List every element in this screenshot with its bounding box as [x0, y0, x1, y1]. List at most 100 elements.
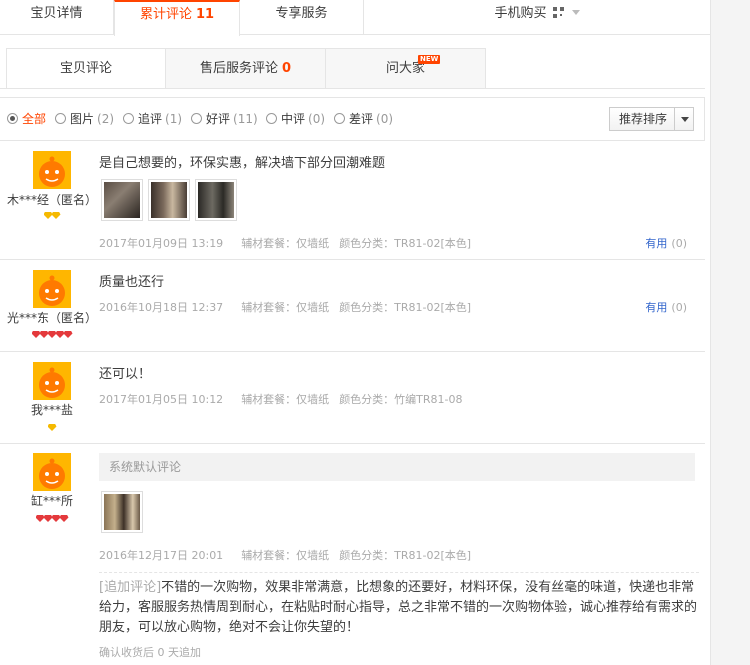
review-meta: 2016年12月17日 20:01 辅材套餐：仅墙纸 颜色分类：TR81-02[本色… — [99, 547, 471, 563]
review-date: 2016年10月18日 12:37 — [99, 301, 224, 314]
filter-count: (2) — [97, 112, 115, 126]
right-sidebar — [710, 0, 750, 665]
sort-label: 推荐排序 — [619, 112, 668, 126]
filter-label: 追评 — [138, 112, 163, 126]
new-badge: NEW — [418, 55, 441, 64]
gem-icon — [39, 331, 49, 338]
radio-icon[interactable] — [123, 113, 134, 124]
review-accessory: 辅材套餐：仅墙纸 — [241, 393, 330, 406]
filter-bar: 全部 图片 (2) 追评 (1) 好评 (11) 中评 (0) 差评 (0) 推荐排序 — [0, 97, 705, 141]
photo-icon — [104, 494, 140, 530]
review-text: 还可以！ — [99, 367, 152, 382]
append-after: 确认收货后 0 天追加 — [99, 646, 201, 659]
review-meta: 2016年10月18日 12:37 辅材套餐：仅墙纸 颜色分类：TR81-02[本色… — [99, 299, 471, 315]
avatar — [33, 453, 71, 491]
filter-all[interactable]: 全部 — [7, 111, 46, 127]
filter-count: (0) — [308, 112, 326, 126]
review-text: 是自己想要的，环保实惠，解决墙下部分回潮难题 — [99, 156, 386, 171]
chevron-down-icon — [571, 10, 580, 15]
photo-icon — [151, 182, 187, 218]
tab-reviews-count: 11 — [195, 7, 215, 22]
user-avatar-icon — [33, 453, 71, 491]
review-images — [101, 179, 242, 224]
subtab-item-reviews-label: 宝贝评论 — [59, 61, 112, 76]
subtab-after-sales[interactable]: 售后服务评论 0 — [165, 48, 326, 89]
helpful-button[interactable]: 有用 (0) — [645, 235, 687, 251]
avatar — [33, 151, 71, 189]
review-color: 颜色分类：竹编TR81-08 — [339, 393, 463, 406]
radio-icon[interactable] — [7, 113, 18, 124]
append-review: [追加评论]不错的一次购物，效果非常满意，比想象的还要好，材料环保，没有丝毫的味… — [99, 572, 699, 638]
user-badges — [0, 329, 104, 339]
filter-count: (0) — [376, 112, 394, 126]
filter-label: 全部 — [22, 112, 47, 126]
gem-icon — [51, 212, 61, 219]
helpful-button[interactable]: 有用 (0) — [645, 299, 687, 315]
gem-icon — [51, 515, 61, 522]
review-image[interactable] — [148, 179, 190, 221]
helpful-label[interactable]: 有用 — [645, 301, 667, 314]
tab-reviews-label: 累计评论 — [139, 7, 192, 22]
photo-icon — [198, 182, 234, 218]
review-text: 系统默认评论 — [99, 453, 695, 481]
gem-icon — [63, 331, 73, 338]
user-avatar-icon — [33, 270, 71, 308]
review-color: 颜色分类：TR81-02[本色] — [339, 301, 472, 314]
username: 光***东（匿名） — [6, 311, 97, 325]
tab-reviews[interactable]: 累计评论 11 — [114, 0, 240, 36]
user-badges — [0, 513, 104, 523]
review-accessory: 辅材套餐：仅墙纸 — [241, 237, 330, 250]
subtab-ask[interactable]: 问大家 NEW — [325, 48, 486, 89]
filter-followup[interactable]: 追评 (1) — [123, 111, 182, 127]
radio-icon[interactable] — [55, 113, 66, 124]
tab-mobile-buy[interactable]: 手机购买 — [364, 0, 710, 35]
filter-label: 好评 — [206, 112, 231, 126]
filter-count: (1) — [165, 112, 183, 126]
review-image[interactable] — [195, 179, 237, 221]
review-accessory: 辅材套餐：仅墙纸 — [241, 549, 330, 562]
helpful-count: (0) — [671, 237, 687, 250]
gem-icon — [43, 212, 53, 219]
review-color: 颜色分类：TR81-02[本色] — [339, 549, 472, 562]
helpful-label[interactable]: 有用 — [645, 237, 667, 250]
sort-dropdown[interactable]: 推荐排序 — [609, 107, 694, 131]
filter-images[interactable]: 图片 (2) — [55, 111, 114, 127]
tab-item-detail-label: 宝贝详情 — [30, 6, 83, 21]
tab-item-detail[interactable]: 宝贝详情 — [0, 0, 114, 35]
radio-icon[interactable] — [191, 113, 202, 124]
gem-icon — [47, 331, 57, 338]
review-image[interactable] — [101, 179, 143, 221]
review-date: 2017年01月09日 13:19 — [99, 237, 224, 250]
review-image[interactable] — [101, 491, 143, 533]
filter-negative[interactable]: 差评 (0) — [334, 111, 393, 127]
filter-label: 中评 — [281, 112, 306, 126]
username: 木***经（匿名） — [6, 193, 97, 207]
filter-label: 差评 — [349, 112, 374, 126]
username: 缸***所 — [30, 494, 73, 508]
gem-icon — [55, 331, 65, 338]
review-item: 我***盐 还可以！ 2017年01月05日 10:12 辅材套餐：仅墙纸 颜色分类… — [0, 352, 705, 444]
username: 我***盐 — [30, 403, 73, 417]
review-images — [101, 491, 148, 536]
subtab-item-reviews[interactable]: 宝贝评论 — [6, 48, 166, 89]
avatar — [33, 362, 71, 400]
review-date: 2016年12月17日 20:01 — [99, 549, 224, 562]
top-tab-bar: 宝贝详情 累计评论 11 专享服务 手机购买 — [0, 0, 710, 36]
review-item: 缸***所 系统默认评论 2016年12月17日 20:01 辅材套餐：仅墙纸 颜色… — [0, 444, 705, 665]
gem-icon — [43, 515, 53, 522]
avatar — [33, 270, 71, 308]
gem-icon — [59, 515, 69, 522]
radio-icon[interactable] — [266, 113, 277, 124]
append-tag: [追加评论] — [99, 580, 162, 595]
gem-icon — [31, 331, 41, 338]
radio-icon[interactable] — [334, 113, 345, 124]
tab-mobile-buy-label: 手机购买 — [494, 6, 547, 21]
review-text: 质量也还行 — [99, 275, 165, 290]
tab-service[interactable]: 专享服务 — [240, 0, 364, 35]
tab-service-label: 专享服务 — [275, 6, 328, 21]
filter-positive[interactable]: 好评 (11) — [191, 111, 258, 127]
photo-icon — [104, 182, 140, 218]
chevron-down-icon[interactable] — [674, 108, 694, 130]
review-item: 光***东（匿名） 质量也还行 2016年10月18日 12:37 辅材套餐：仅墙… — [0, 260, 705, 352]
filter-neutral[interactable]: 中评 (0) — [266, 111, 325, 127]
